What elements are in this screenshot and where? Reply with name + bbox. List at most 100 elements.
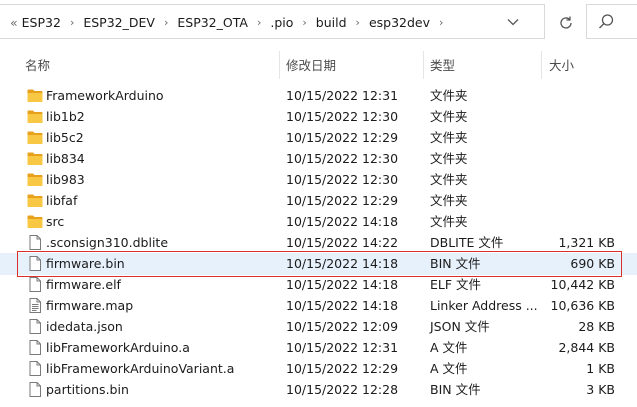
file-icon xyxy=(27,319,43,334)
file-row[interactable]: partitions.bin 10/15/2022 12:28 BIN 文件 3 KB xyxy=(0,379,637,400)
folder-icon xyxy=(27,214,43,229)
file-size: 1 KB xyxy=(586,361,615,376)
file-date: 10/15/2022 12:30 xyxy=(286,172,399,187)
file-name: libFrameworkArduino.a xyxy=(46,340,190,355)
column-divider[interactable] xyxy=(541,51,542,79)
file-name: .sconsign310.dblite xyxy=(46,235,169,250)
file-name: firmware.map xyxy=(46,298,134,313)
chevron-right-icon[interactable]: › xyxy=(257,16,261,29)
folder-icon xyxy=(27,130,43,145)
file-icon xyxy=(27,277,43,292)
column-header: 名称 修改日期 类型 大小 xyxy=(0,49,637,83)
file-size: 10,442 KB xyxy=(550,277,615,292)
file-type: 文件夹 xyxy=(430,88,468,103)
file-date: 10/15/2022 12:29 xyxy=(286,361,399,376)
file-name: lib1b2 xyxy=(46,109,85,124)
file-row[interactable]: lib5c2 10/15/2022 12:29 文件夹 xyxy=(0,127,637,148)
file-row[interactable]: firmware.map 10/15/2022 14:18 Linker Addre… xyxy=(0,295,637,316)
file-row[interactable]: firmware.elf 10/15/2022 14:18 ELF 文件 10,442… xyxy=(0,274,637,295)
file-icon xyxy=(27,235,43,250)
breadcrumb-item[interactable]: ESP32_OTA xyxy=(177,15,248,30)
file-size: 2,844 KB xyxy=(558,340,615,355)
file-date: 10/15/2022 12:31 xyxy=(286,88,399,103)
breadcrumb-item[interactable]: ESP32 xyxy=(22,15,61,30)
column-type[interactable]: 类型 xyxy=(430,49,455,83)
file-date: 10/15/2022 12:30 xyxy=(286,151,399,166)
file-size xyxy=(520,106,615,127)
file-type: JSON 文件 xyxy=(430,319,490,334)
file-type: 文件夹 xyxy=(430,130,468,145)
file-size xyxy=(520,169,615,190)
chevron-right-icon[interactable]: › xyxy=(70,16,74,29)
file-type: 文件夹 xyxy=(430,172,468,187)
file-row[interactable]: libfaf 10/15/2022 12:29 文件夹 xyxy=(0,190,637,211)
chevron-right-icon[interactable]: › xyxy=(356,16,360,29)
file-size xyxy=(520,127,615,148)
file-size: 1,321 KB xyxy=(558,235,615,250)
file-name: firmware.bin xyxy=(46,256,125,271)
folder-icon xyxy=(27,109,43,124)
file-type: 文件夹 xyxy=(430,151,468,166)
chevron-right-icon[interactable]: › xyxy=(302,16,306,29)
column-date[interactable]: 修改日期 xyxy=(286,49,336,83)
file-name: firmware.elf xyxy=(46,277,121,292)
breadcrumb-item[interactable]: ESP32_DEV xyxy=(83,15,155,30)
chevron-down-icon xyxy=(507,19,519,26)
column-name[interactable]: 名称 xyxy=(25,49,50,83)
file-type: BIN 文件 xyxy=(430,256,481,271)
file-name: FrameworkArduino xyxy=(46,88,164,103)
file-size: 28 KB xyxy=(578,319,615,334)
file-type: A 文件 xyxy=(430,340,468,355)
breadcrumb[interactable]: « ESP32 › ESP32_DEV › ESP32_OTA › .pio ›… xyxy=(0,4,545,39)
file-date: 10/15/2022 12:09 xyxy=(286,319,399,334)
file-name: partitions.bin xyxy=(46,382,129,397)
file-icon xyxy=(27,256,43,271)
file-row[interactable]: libFrameworkArduino.a 10/15/2022 12:31 A 文… xyxy=(0,337,637,358)
file-row[interactable]: lib1b2 10/15/2022 12:30 文件夹 xyxy=(0,106,637,127)
file-row[interactable]: lib983 10/15/2022 12:30 文件夹 xyxy=(0,169,637,190)
file-name: lib5c2 xyxy=(46,130,84,145)
file-row[interactable]: libFrameworkArduinoVariant.a 10/15/2022 1… xyxy=(0,358,637,379)
file-icon xyxy=(27,361,43,376)
file-date: 10/15/2022 14:18 xyxy=(286,298,399,313)
file-name: libfaf xyxy=(46,193,78,208)
file-name: lib834 xyxy=(46,151,85,166)
file-name: idedata.json xyxy=(46,319,123,334)
address-dropdown-button[interactable] xyxy=(506,15,520,29)
file-date: 10/15/2022 12:28 xyxy=(286,382,399,397)
refresh-button[interactable] xyxy=(555,12,577,34)
file-row[interactable]: .sconsign310.dblite 10/15/2022 14:22 DBLIT… xyxy=(0,232,637,253)
file-date: 10/15/2022 14:18 xyxy=(286,256,399,271)
folder-icon xyxy=(27,193,43,208)
file-type: 文件夹 xyxy=(430,214,468,229)
breadcrumb-overflow[interactable]: « xyxy=(10,15,18,30)
file-row[interactable]: src 10/15/2022 14:18 文件夹 xyxy=(0,211,637,232)
refresh-icon xyxy=(560,16,572,29)
breadcrumb-item[interactable]: esp32dev xyxy=(369,15,430,30)
file-size xyxy=(520,211,615,232)
column-size[interactable]: 大小 xyxy=(549,49,574,83)
folder-icon xyxy=(27,172,43,187)
column-divider[interactable] xyxy=(279,51,280,79)
text-file-icon xyxy=(27,298,43,313)
column-divider[interactable] xyxy=(423,51,424,79)
chevron-right-icon[interactable]: › xyxy=(164,16,168,29)
file-type: ELF 文件 xyxy=(430,277,482,292)
file-date: 10/15/2022 12:29 xyxy=(286,130,399,145)
file-row[interactable]: lib834 10/15/2022 12:30 文件夹 xyxy=(0,148,637,169)
folder-icon xyxy=(27,88,43,103)
file-date: 10/15/2022 12:31 xyxy=(286,340,399,355)
file-row[interactable]: idedata.json 10/15/2022 12:09 JSON 文件 28 KB xyxy=(0,316,637,337)
file-row[interactable]: firmware.bin 10/15/2022 14:18 BIN 文件 690 KB xyxy=(0,253,637,275)
breadcrumb-item[interactable]: .pio xyxy=(270,15,293,30)
breadcrumb-items: « ESP32 › ESP32_DEV › ESP32_OTA › .pio ›… xyxy=(10,5,452,40)
file-type: DBLITE 文件 xyxy=(430,235,504,250)
file-row[interactable]: FrameworkArduino 10/15/2022 12:31 文件夹 xyxy=(0,85,637,106)
file-size: 3 KB xyxy=(586,382,615,397)
file-type: 文件夹 xyxy=(430,109,468,124)
chevron-right-icon[interactable]: › xyxy=(439,16,443,29)
folder-icon xyxy=(27,151,43,166)
search-input[interactable] xyxy=(586,4,637,39)
breadcrumb-item[interactable]: build xyxy=(316,15,347,30)
file-size: 10,636 KB xyxy=(550,298,615,313)
